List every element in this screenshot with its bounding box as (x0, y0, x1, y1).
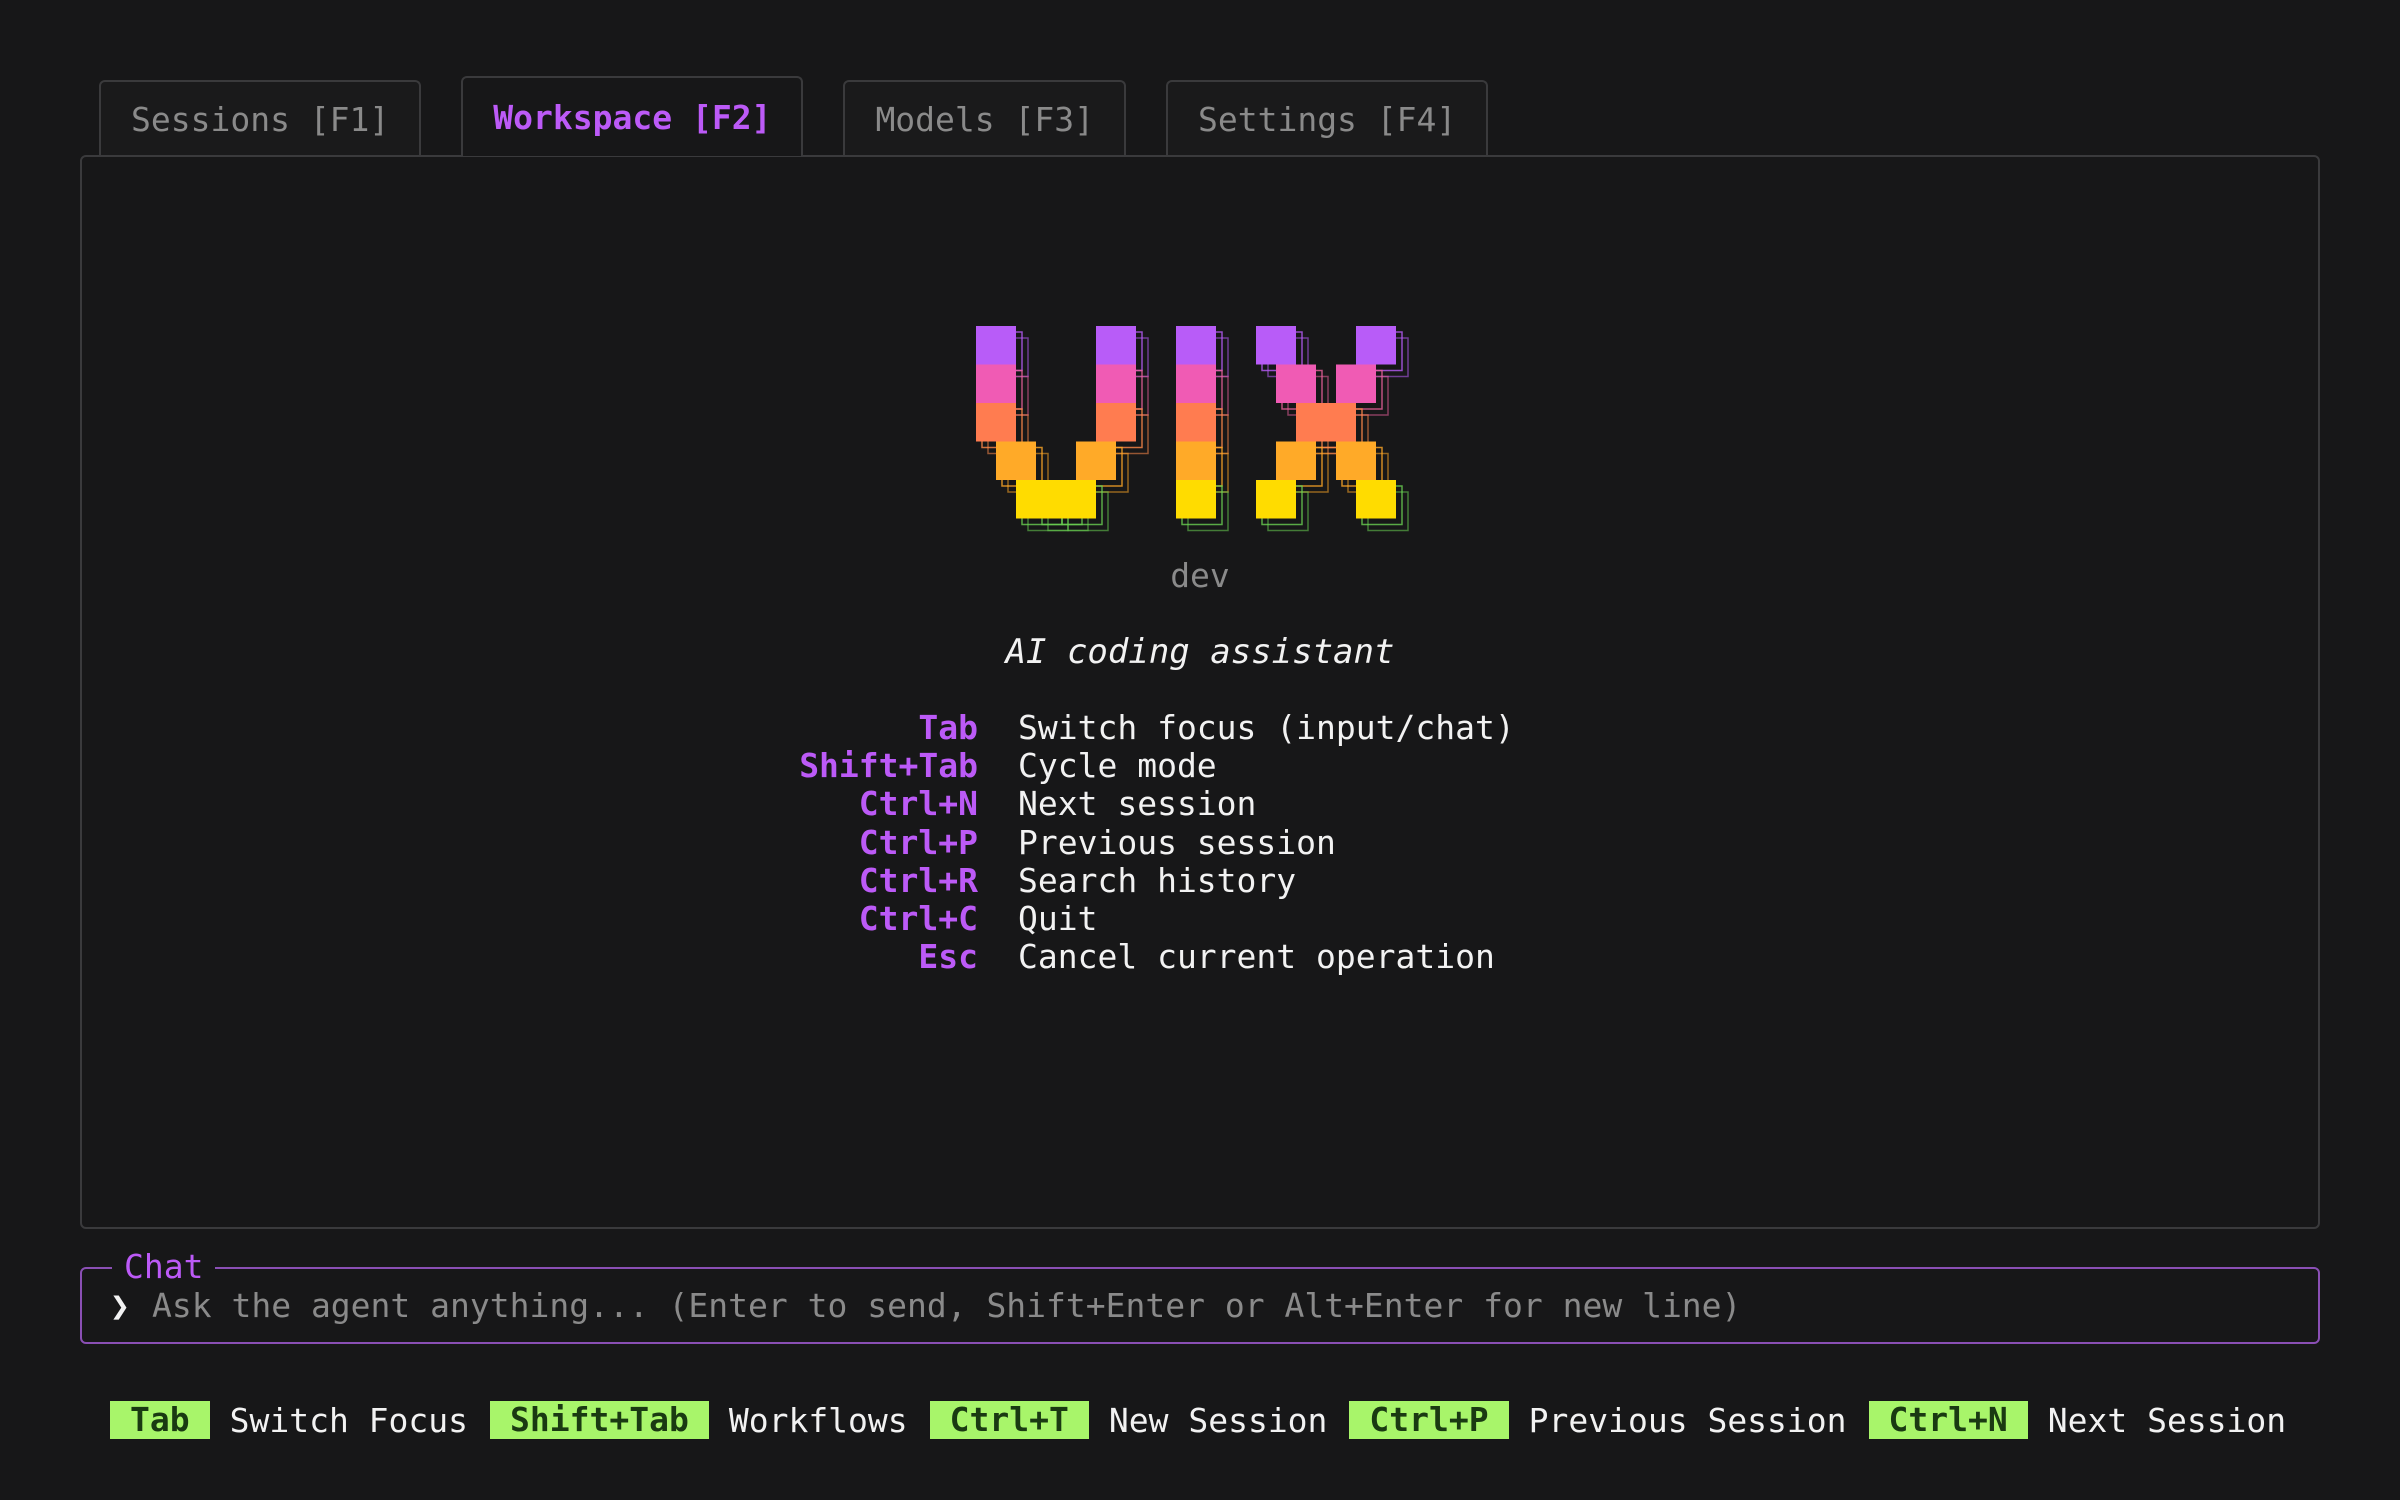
logo-pixel-block (1076, 441, 1116, 480)
footer-key-ctrl-t[interactable]: Ctrl+T (929, 1401, 1089, 1439)
logo-pixel-block (1336, 441, 1376, 480)
shortcut-desc: Search history (1018, 860, 1297, 900)
logo-pixel-block (1056, 480, 1096, 519)
footer-keybar: Tab Switch Focus Shift+Tab Workflows Ctr… (110, 1400, 2308, 1440)
logo-pixel-block (1176, 364, 1216, 403)
shortcut-desc: Cancel current operation (1018, 937, 1495, 977)
footer-key-shift-tab[interactable]: Shift+Tab (490, 1401, 709, 1439)
logo-pixel-block (1356, 326, 1396, 365)
shortcut-desc: Quit (1018, 899, 1098, 939)
logo-pixel-block (1176, 403, 1216, 442)
shortcut-key: Ctrl+P (858, 822, 978, 862)
footer-label: Next Session (2047, 1400, 2287, 1440)
logo-pixel-block (1276, 441, 1316, 480)
logo-pixel-block (1256, 480, 1296, 519)
logo-pixel-block (976, 326, 1016, 365)
shortcut-key: Ctrl+C (858, 899, 978, 939)
shortcut-row: Tab Switch focus (input/chat) (700, 707, 1800, 747)
tab-sessions[interactable]: Sessions [F1] (99, 80, 422, 156)
logo-pixel-block (996, 441, 1036, 480)
logo-pixel-block (1176, 441, 1216, 480)
footer-label: Workflows (728, 1400, 908, 1440)
logo-pixel-block (1176, 480, 1216, 519)
logo-subtitle: dev (1170, 556, 1230, 595)
footer-label: Previous Session (1528, 1400, 1847, 1440)
shortcut-key: Ctrl+N (858, 784, 978, 824)
shortcut-row: Ctrl+R Search history (700, 860, 1800, 900)
shortcut-list: Tab Switch focus (input/chat) Shift+Tab … (700, 707, 1800, 977)
chat-input[interactable] (152, 1281, 2292, 1329)
logo-pixel-block (976, 403, 1016, 442)
tagline: AI coding assistant (1005, 632, 1395, 672)
tab-bar: Sessions [F1] Workspace [F2] Models [F3]… (99, 76, 1528, 156)
footer-label: Switch Focus (229, 1400, 469, 1440)
footer-key-ctrl-p[interactable]: Ctrl+P (1349, 1401, 1509, 1439)
logo-pixel-block (1096, 326, 1136, 365)
logo-pixel-block (976, 364, 1016, 403)
logo-pixel-block (1336, 364, 1376, 403)
tab-settings[interactable]: Settings [F4] (1165, 80, 1489, 156)
footer-label: New Session (1108, 1400, 1328, 1440)
shortcut-row: Ctrl+C Quit (700, 899, 1800, 939)
shortcut-key: Tab (918, 707, 978, 747)
logo-pixel-block (1176, 326, 1216, 365)
shortcut-row: Ctrl+P Previous session (700, 822, 1800, 862)
footer-key-tab[interactable]: Tab (110, 1401, 210, 1439)
prompt-chevron-icon: ❯ (110, 1286, 130, 1325)
shortcut-key: Shift+Tab (799, 745, 978, 785)
logo-pixel-block (1356, 480, 1396, 519)
shortcut-row: Ctrl+N Next session (700, 784, 1800, 824)
shortcut-desc: Next session (1018, 784, 1257, 824)
logo-pixel-block (1096, 403, 1136, 442)
tab-models[interactable]: Models [F3] (843, 80, 1126, 156)
shortcut-key: Ctrl+R (858, 860, 978, 900)
workspace-panel (80, 155, 2320, 1229)
shortcut-desc: Previous session (1018, 822, 1336, 862)
logo-pixel-block (1096, 364, 1136, 403)
shortcut-row: Esc Cancel current operation (700, 937, 1800, 977)
shortcut-row: Shift+Tab Cycle mode (700, 745, 1800, 785)
tab-workspace[interactable]: Workspace [F2] (461, 76, 804, 156)
shortcut-key: Esc (918, 937, 978, 977)
chat-box: Chat ❯ (80, 1245, 2320, 1344)
logo-pixel-block (1316, 403, 1356, 442)
logo-pixel-block (1276, 364, 1316, 403)
logo-pixel-block (1256, 326, 1296, 365)
vix-logo (976, 326, 1409, 532)
shortcut-desc: Switch focus (input/chat) (1018, 707, 1515, 747)
shortcut-desc: Cycle mode (1018, 745, 1217, 785)
footer-key-ctrl-n[interactable]: Ctrl+N (1868, 1401, 2028, 1439)
